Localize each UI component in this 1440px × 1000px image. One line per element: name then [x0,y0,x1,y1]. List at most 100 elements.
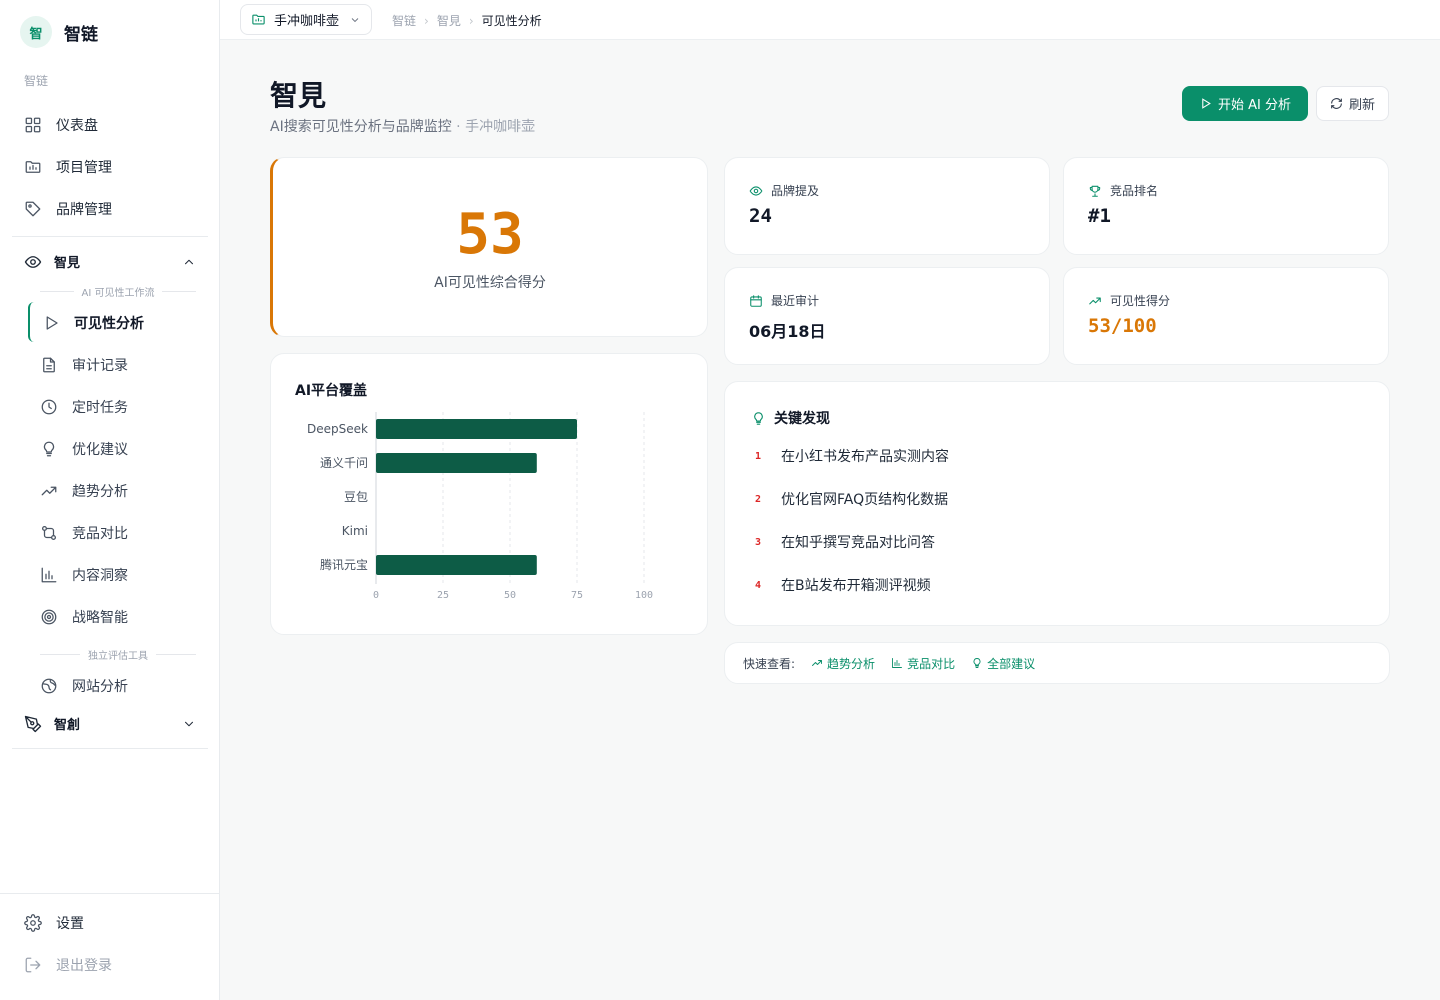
finding-item: 1 在小红书发布产品实测内容 [755,446,949,466]
stat-value: 53/100 [1088,315,1157,337]
refresh-button[interactable]: 刷新 [1316,86,1389,121]
tag-icon [25,201,41,217]
trending-up-icon [41,486,57,496]
sidebar-item-settings[interactable]: 设置 [24,913,84,933]
chart-tick-label: 25 [437,590,449,601]
chevron-down-icon [351,17,359,22]
chart-category-label: DeepSeek [307,422,368,436]
stat-card-mentions: 品牌提及 24 [724,157,1050,255]
sidebar-item-visibility-analysis[interactable]: 可见性分析 [42,313,144,333]
quick-link-suggestions[interactable]: 全部建议 [971,655,1035,672]
chart-category-label: 通义千问 [320,456,368,470]
bar-chart-icon [41,567,57,583]
refresh-label: 刷新 [1348,98,1375,113]
stat-label: 品牌提及 [749,182,819,199]
finding-text: 在B站发布开箱测评视频 [781,578,931,594]
finding-number: 1 [755,450,762,462]
breadcrumb-current: 可见性分析 [481,14,542,28]
stat-label: 可见性得分 [1088,292,1170,309]
file-text-icon [43,357,55,373]
sidebar-bottom-divider [0,893,219,894]
quick-links-label: 快速查看: [743,656,796,671]
lightbulb-icon [43,441,55,457]
breadcrumb-item[interactable]: 智链 [392,12,416,29]
sidebar-item-brands[interactable]: 品牌管理 [24,199,112,219]
sidebar-item-optimization[interactable]: 优化建议 [40,439,128,459]
sidebar-item-label: 可见性分析 [74,316,144,332]
quick-link-label: 竞品对比 [907,656,956,671]
sidebar-item-strategy[interactable]: 战略智能 [40,607,128,627]
sidebar-item-projects[interactable]: 项目管理 [24,157,112,177]
sidebar-item-trends[interactable]: 趋势分析 [40,481,128,501]
key-findings-card: 关键发现 1 在小红书发布产品实测内容 2 优化官网FAQ页结构化数据 3 在知… [724,381,1390,626]
sidebar-item-website-analysis[interactable]: 网站分析 [40,676,128,696]
stat-value: #1 [1088,205,1111,227]
settings-label: 设置 [56,916,84,932]
stat-label: 最近审计 [749,292,819,309]
finding-number: 2 [755,493,762,505]
sidebar-item-audit-records[interactable]: 审计记录 [40,355,128,375]
sidebar-item-dashboard[interactable]: 仪表盘 [24,115,98,135]
logout-icon [25,957,41,973]
eye-icon [749,185,763,196]
brand[interactable]: 智 智链 [20,16,98,48]
stat-label-text: 可见性得分 [1110,294,1171,308]
bar-chart-icon [892,658,903,668]
grid-icon [25,117,41,133]
stat-card-rank: 竞品排名 #1 [1063,157,1389,255]
breadcrumb-separator: › [468,13,474,28]
active-indicator [28,302,34,342]
pen-tool-icon [24,715,42,732]
sidebar-item-label: 项目管理 [56,160,112,176]
finding-item: 2 优化官网FAQ页结构化数据 [755,489,948,509]
trophy-icon [1089,185,1101,197]
quick-link-competitors[interactable]: 竞品对比 [891,655,955,672]
finding-item: 3 在知乎撰写竞品对比问答 [755,532,935,552]
trending-up-icon [812,660,822,666]
project-select[interactable]: 手冲咖啡壶 [240,4,372,35]
stat-card-visibility-score: 可见性得分 53/100 [1063,267,1389,365]
sidebar-item-label: 优化建议 [72,442,128,458]
sidebar-sublabel-workflow: AI 可见性工作流 [40,284,196,299]
chart-tick-label: 50 [504,590,516,601]
logout-label: 退出登录 [56,958,112,974]
sidebar-divider [12,748,208,749]
quick-link-trends[interactable]: 趋势分析 [811,655,875,672]
chart-tick-label: 75 [571,590,583,601]
sidebar: 智 智链 智链 仪表盘 项目管理 品牌管理 智見 AI 可见性工作流 可见性分析… [0,0,220,1000]
breadcrumb-separator: › [424,13,429,28]
findings-title: 关键发现 [774,411,830,427]
stat-label-text: 品牌提及 [771,184,820,198]
sidebar-item-label: 网站分析 [72,679,128,695]
chart-bar [376,555,537,575]
findings-header: 关键发现 [751,408,830,428]
breadcrumb-item[interactable]: 智見 [437,12,461,29]
sidebar-divider [12,236,208,237]
page-subtitle-text: AI搜索可见性分析与品牌监控 [270,119,452,135]
sidebar-item-competitors[interactable]: 竞品对比 [40,523,128,543]
sidebar-item-label: 内容洞察 [72,568,128,584]
sidebar-group-zhijian[interactable]: 智見 [24,252,196,271]
sidebar-group-zhichuang[interactable]: 智創 [24,714,196,733]
brand-logo: 智 [20,16,52,48]
chart-category-label: 腾讯元宝 [320,557,368,572]
quick-links-bar: 快速查看: 趋势分析 竞品对比 全部建议 [724,642,1390,684]
finding-item: 4 在B站发布开箱测评视频 [755,575,931,595]
sidebar-item-content-insights[interactable]: 内容洞察 [40,565,128,585]
score-label: AI可见性综合得分 [434,275,546,291]
refresh-icon [1331,98,1342,109]
start-ai-analysis-button[interactable]: 开始 AI 分析 [1182,86,1308,121]
chevron-up-icon [184,259,194,264]
sidebar-item-scheduled-tasks[interactable]: 定时任务 [40,397,128,417]
stat-card-last-audit: 最近审计 06月18日 [724,267,1050,365]
sidebar-item-label: 仪表盘 [56,118,98,134]
gear-icon [24,914,42,932]
page-subtitle: AI搜索可见性分析与品牌监控 · 手冲咖啡壶 [270,116,535,136]
sidebar-item-logout[interactable]: 退出登录 [24,955,112,975]
chart-category-label: 豆包 [344,490,368,504]
stat-label: 竞品排名 [1088,182,1158,199]
lightbulb-icon [973,658,981,668]
topbar: 手冲咖啡壶 智链 › 智見 › 可见性分析 [220,0,1440,40]
quick-link-label: 全部建议 [987,656,1036,671]
sidebar-group-label: 智創 [54,718,81,733]
